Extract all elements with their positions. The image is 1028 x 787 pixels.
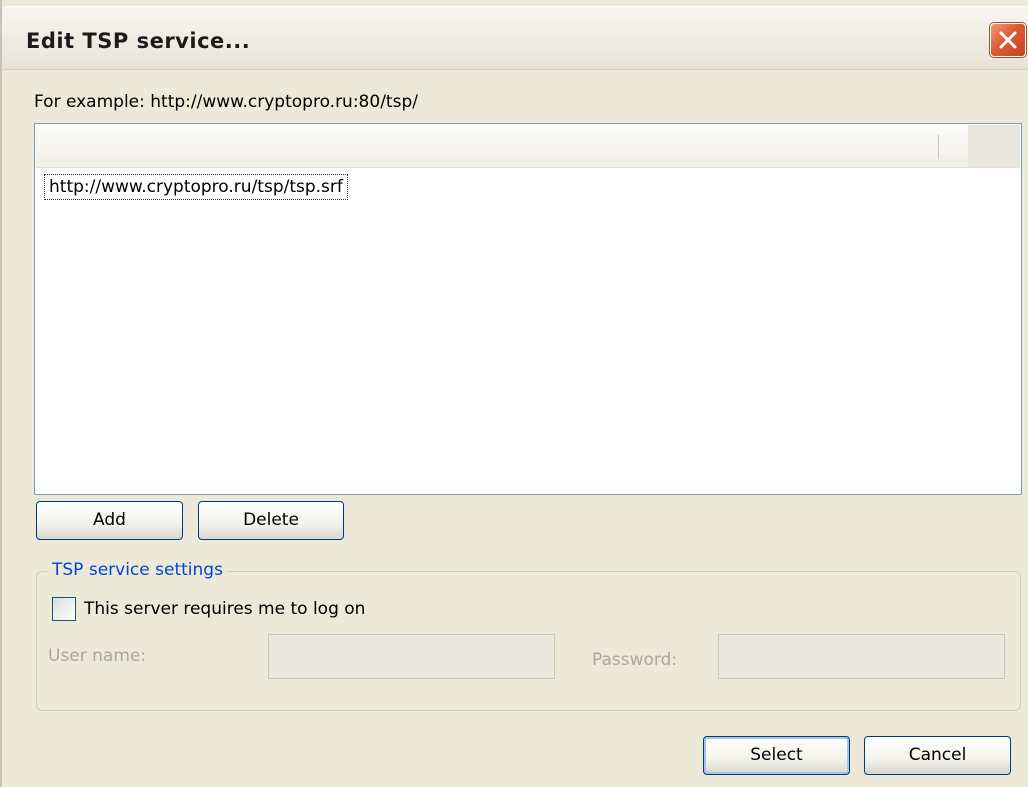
login-required-checkbox[interactable] xyxy=(52,597,76,621)
close-button[interactable] xyxy=(990,23,1026,57)
select-button[interactable]: Select xyxy=(703,736,850,775)
list-column-header xyxy=(36,125,1020,168)
add-button[interactable]: Add xyxy=(36,501,183,540)
user-name-label: User name: xyxy=(48,646,147,666)
cancel-button[interactable]: Cancel xyxy=(864,736,1011,775)
tsp-service-list[interactable]: http://www.cryptopro.ru/tsp/tsp.srf xyxy=(34,123,1022,495)
user-name-field[interactable] xyxy=(268,634,555,679)
group-title: TSP service settings xyxy=(48,560,227,580)
password-field[interactable] xyxy=(718,634,1005,679)
header-filler xyxy=(968,125,1020,167)
dialog-window: Edit TSP service... For example: http://… xyxy=(0,0,1028,787)
list-item[interactable]: http://www.cryptopro.ru/tsp/tsp.srf xyxy=(44,174,348,200)
example-hint: For example: http://www.cryptopro.ru:80/… xyxy=(34,92,418,112)
password-label: Password: xyxy=(592,650,678,670)
login-required-label[interactable]: This server requires me to log on xyxy=(84,599,365,619)
title-bar[interactable]: Edit TSP service... xyxy=(2,6,1028,70)
delete-button[interactable]: Delete xyxy=(198,501,344,540)
column-separator[interactable] xyxy=(938,135,939,159)
window-title: Edit TSP service... xyxy=(26,29,251,53)
